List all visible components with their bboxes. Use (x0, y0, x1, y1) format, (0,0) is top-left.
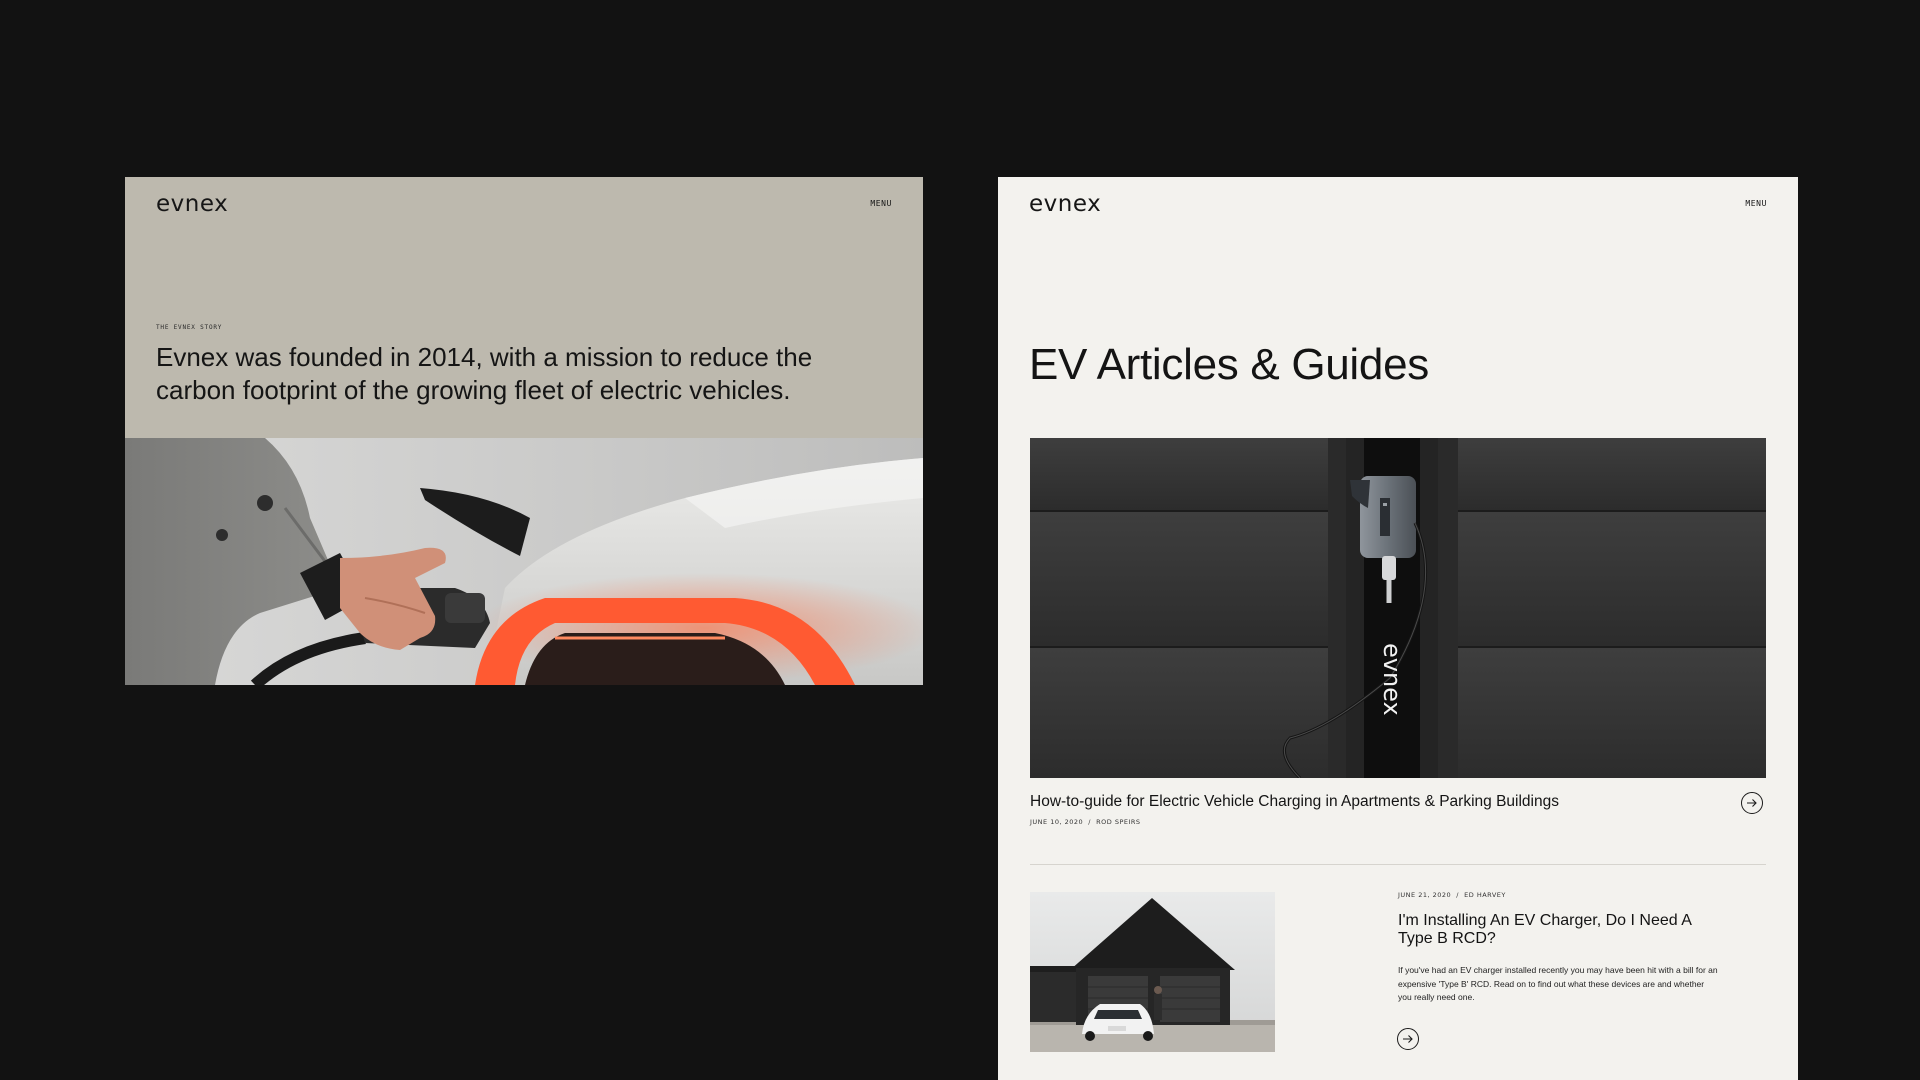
about-page-preview: evnex MENU THE EVNEX STORY Evnex was fou… (125, 177, 923, 685)
article-date: JUNE 21, 2020 (1398, 891, 1452, 899)
article-card-title[interactable]: I'm Installing An EV Charger, Do I Need … (1398, 912, 1718, 948)
wall-charger-photo[interactable]: evnex (1030, 438, 1766, 778)
charging-car-photo (125, 438, 923, 685)
evnex-logo[interactable]: evnex (1029, 191, 1101, 217)
featured-article-meta: JUNE 10, 2020 / ROD SPEIRS (1030, 818, 1141, 826)
arrow-right-circle-icon (1403, 1035, 1413, 1043)
articles-page-preview: evnex MENU EV Articles & Guides evnex Ho… (998, 177, 1798, 1080)
meta-separator: / (1456, 891, 1459, 899)
article-card-excerpt: If you've had an EV charger installed re… (1398, 965, 1718, 1002)
featured-article-arrow-button[interactable] (1741, 792, 1763, 814)
story-headline: Evnex was founded in 2014, with a missio… (156, 342, 813, 405)
article-date: JUNE 10, 2020 (1030, 818, 1084, 826)
section-divider (1030, 864, 1766, 865)
arrow-right-circle-icon (1747, 799, 1757, 807)
article-author: ROD SPEIRS (1096, 818, 1141, 826)
section-eyebrow: THE EVNEX STORY (156, 324, 223, 331)
menu-button[interactable]: MENU (870, 199, 892, 208)
featured-article-title[interactable]: How-to-guide for Electric Vehicle Chargi… (1030, 793, 1559, 811)
page-title: EV Articles & Guides (1029, 340, 1429, 389)
wall-brand-text: evnex (1378, 643, 1406, 716)
article-author: ED HARVEY (1464, 891, 1506, 899)
evnex-logo[interactable]: evnex (156, 191, 228, 217)
menu-button[interactable]: MENU (1745, 199, 1767, 208)
article-card-meta: JUNE 21, 2020 / ED HARVEY (1398, 891, 1506, 899)
meta-separator: / (1088, 818, 1091, 826)
garage-photo[interactable] (1030, 892, 1275, 1052)
article-card-arrow-button[interactable] (1397, 1028, 1419, 1050)
